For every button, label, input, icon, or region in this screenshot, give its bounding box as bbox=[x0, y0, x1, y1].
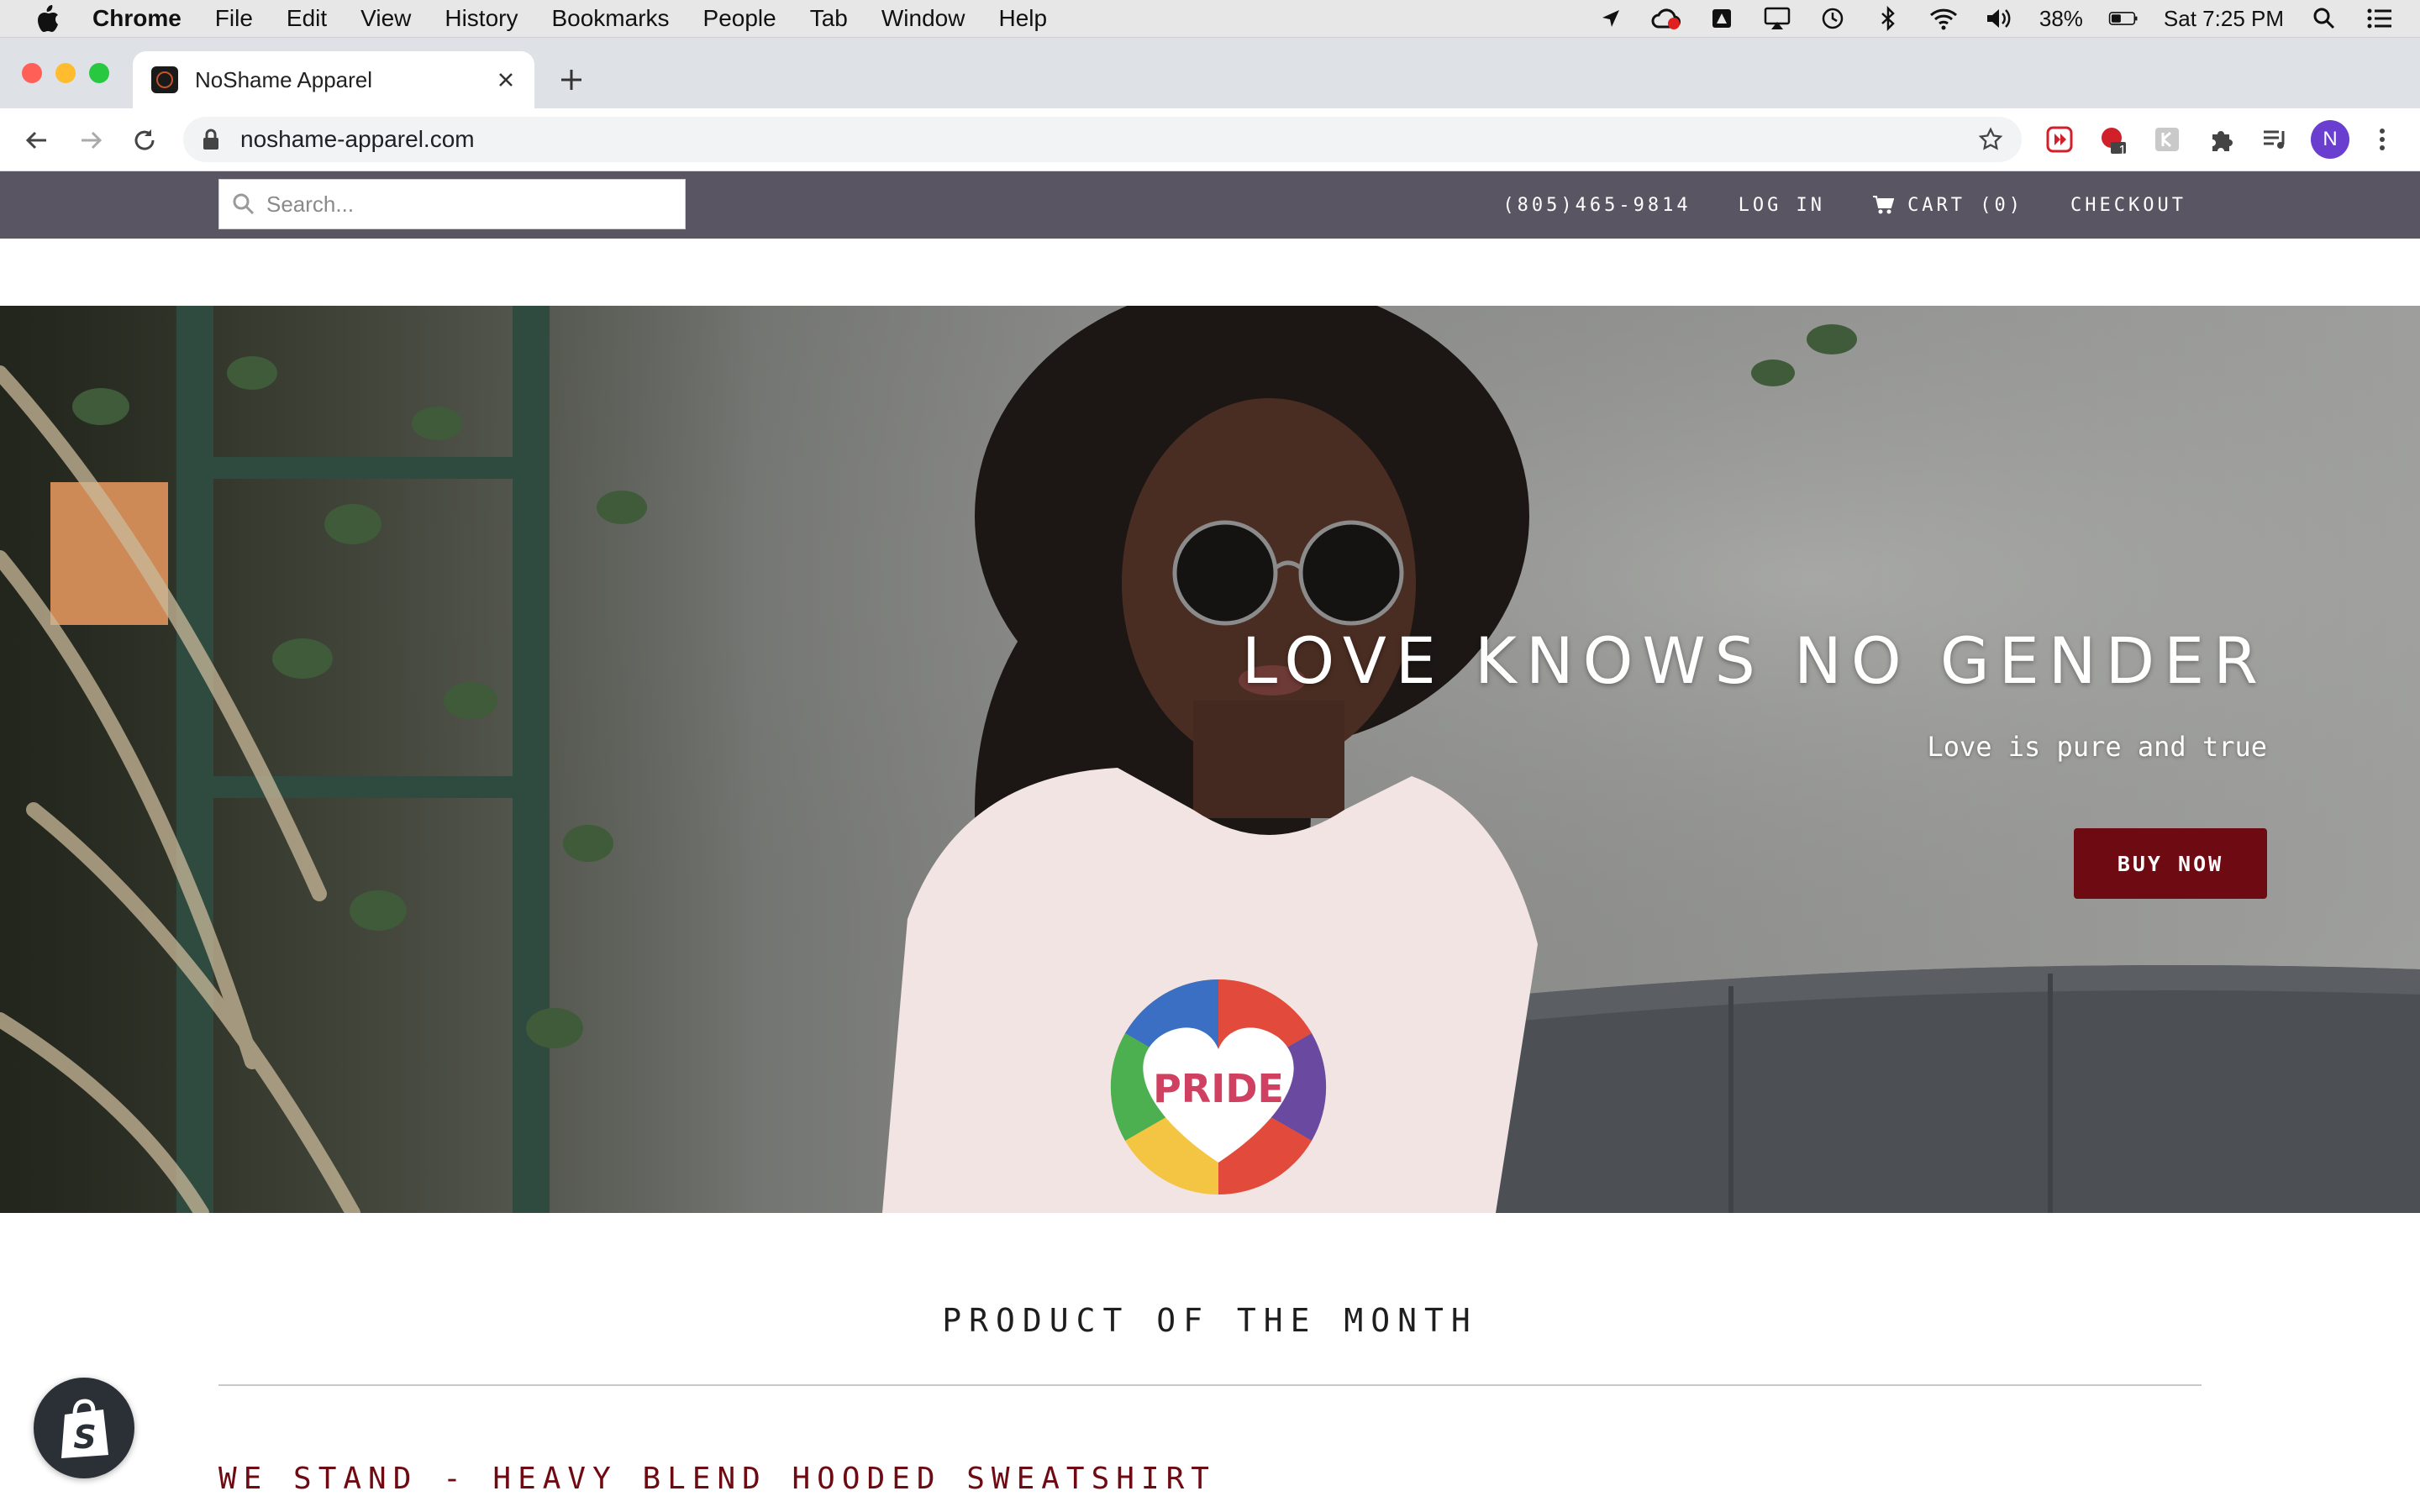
phone-link[interactable]: (805)465-9814 bbox=[1502, 195, 1691, 216]
menu-view[interactable]: View bbox=[360, 5, 411, 32]
tab-title: NoShame Apparel bbox=[195, 66, 373, 92]
shirt-pride-text: PRIDE bbox=[1153, 1066, 1284, 1111]
chrome-menu-icon[interactable] bbox=[2368, 125, 2396, 154]
battery-icon[interactable] bbox=[2108, 6, 2139, 31]
location-arrow-icon[interactable] bbox=[1596, 6, 1626, 31]
lock-icon[interactable] bbox=[202, 127, 224, 152]
browser-tab-active[interactable]: NoShame Apparel bbox=[133, 51, 534, 108]
checkout-link[interactable]: CHECKOUT bbox=[2070, 195, 2186, 216]
menu-tab[interactable]: Tab bbox=[810, 5, 848, 32]
buy-now-button[interactable]: BUY NOW bbox=[2074, 828, 2267, 899]
site-favicon-icon bbox=[151, 66, 178, 93]
hero-subtitle: Love is pure and true bbox=[1927, 731, 2267, 763]
window-minimize-button[interactable] bbox=[55, 63, 76, 83]
section-title: PRODUCT OF THE MONTH bbox=[942, 1302, 1478, 1339]
address-bar[interactable]: noshame-apparel.com bbox=[183, 117, 2022, 162]
menu-window[interactable]: Window bbox=[881, 5, 965, 32]
svg-text:S: S bbox=[73, 1419, 96, 1456]
hero-title: LOVE KNOWS NO GENDER bbox=[1241, 623, 2267, 698]
reload-icon[interactable] bbox=[128, 123, 161, 157]
window-zoom-button[interactable] bbox=[89, 63, 109, 83]
extensions-puzzle-icon[interactable] bbox=[2207, 125, 2235, 154]
browser-tab-strip: NoShame Apparel bbox=[0, 38, 2420, 108]
menu-history[interactable]: History bbox=[445, 5, 518, 32]
spotlight-search-icon[interactable] bbox=[2309, 6, 2339, 31]
macos-menu-bar: Chrome File Edit View History Bookmarks … bbox=[0, 0, 2420, 38]
battery-percent: 38% bbox=[2039, 5, 2083, 31]
search-input[interactable] bbox=[265, 190, 671, 218]
login-link[interactable]: LOG IN bbox=[1739, 195, 1825, 216]
search-icon bbox=[233, 193, 255, 215]
section-divider bbox=[218, 1384, 2202, 1386]
apple-menu-icon[interactable] bbox=[35, 4, 60, 33]
menu-app-name[interactable]: Chrome bbox=[92, 5, 182, 32]
hero-banner: PRIDE LOVE KNOWS NO GENDER Love is pure … bbox=[0, 306, 2420, 1213]
cart-icon bbox=[1873, 196, 1895, 214]
menu-help[interactable]: Help bbox=[998, 5, 1047, 32]
menubar-clock[interactable]: Sat 7:25 PM bbox=[2164, 6, 2284, 32]
site-header-bar: (805)465-9814 LOG IN CART (0) CHECKOUT bbox=[0, 171, 2420, 239]
menu-bookmarks[interactable]: Bookmarks bbox=[551, 5, 669, 32]
extension-video-icon[interactable] bbox=[2045, 125, 2074, 154]
url-text[interactable]: noshame-apparel.com bbox=[240, 126, 475, 153]
profile-avatar[interactable]: N bbox=[2311, 120, 2349, 159]
media-queue-icon[interactable] bbox=[2260, 125, 2289, 154]
header-nav: (805)465-9814 LOG IN CART (0) CHECKOUT bbox=[1455, 171, 2186, 239]
back-arrow-icon[interactable] bbox=[20, 123, 54, 157]
airplay-icon[interactable] bbox=[1762, 6, 1792, 31]
shopify-bag-icon: S bbox=[61, 1399, 108, 1458]
extension-grey-icon[interactable] bbox=[2153, 125, 2181, 154]
menu-people[interactable]: People bbox=[703, 5, 776, 32]
forward-arrow-icon[interactable] bbox=[74, 123, 108, 157]
window-close-button[interactable] bbox=[22, 63, 42, 83]
product-title-link[interactable]: WE STAND - HEAVY BLEND HOODED SWEATSHIRT bbox=[218, 1462, 1216, 1496]
shopify-chat-button[interactable]: S bbox=[34, 1378, 134, 1478]
vpn-shield-icon[interactable] bbox=[1707, 6, 1737, 31]
bookmark-star-icon[interactable] bbox=[1978, 127, 2003, 152]
menu-edit[interactable]: Edit bbox=[287, 5, 327, 32]
new-tab-icon[interactable] bbox=[556, 65, 587, 95]
extension-badge-count: 1 bbox=[2118, 144, 2127, 158]
cart-label: CART (0) bbox=[1907, 194, 2024, 216]
time-machine-icon[interactable] bbox=[1818, 6, 1848, 31]
notification-center-icon[interactable] bbox=[2365, 6, 2395, 31]
wifi-icon[interactable] bbox=[1928, 6, 1959, 31]
browser-toolbar: noshame-apparel.com 1 N bbox=[0, 108, 2420, 171]
volume-icon[interactable] bbox=[1984, 6, 2014, 31]
creative-cloud-icon[interactable] bbox=[1651, 6, 1681, 31]
bluetooth-icon[interactable] bbox=[1873, 6, 1903, 31]
menu-file[interactable]: File bbox=[215, 5, 253, 32]
site-search-box[interactable] bbox=[218, 179, 686, 229]
tab-close-icon[interactable] bbox=[492, 66, 519, 93]
cart-link[interactable]: CART (0) bbox=[1872, 195, 2023, 216]
